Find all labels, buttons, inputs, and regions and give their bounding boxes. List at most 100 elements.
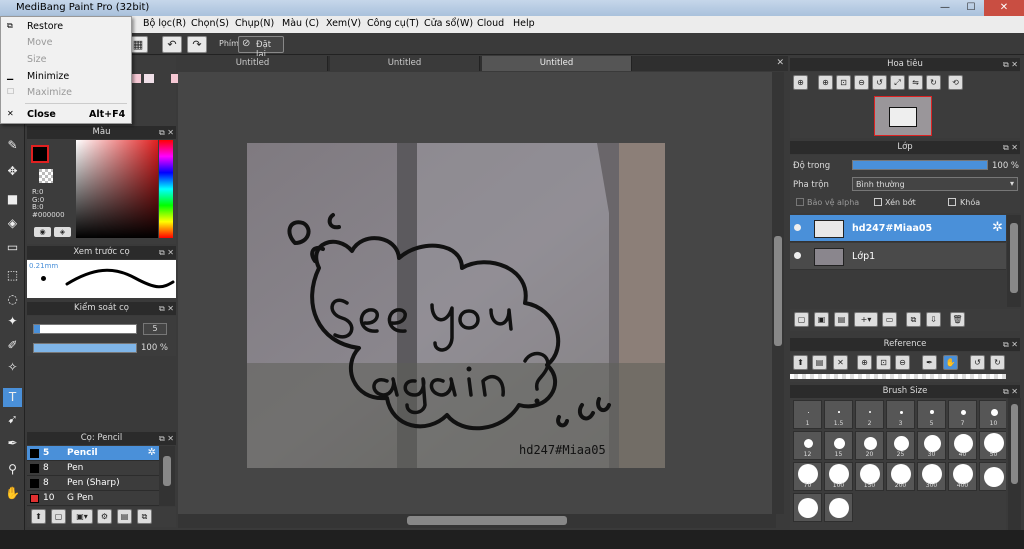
gear-icon[interactable]: ✲ [992,220,1003,235]
palette-swatch[interactable] [144,74,154,83]
new-layer-icon[interactable]: ▢ [794,312,809,327]
brush-item[interactable]: 8 Pen [27,461,159,476]
bucket-tool-icon[interactable]: ◈ [3,214,22,233]
brush-size-cell[interactable] [979,462,1006,491]
gear-icon[interactable]: ✲ [148,447,156,458]
menu-cloud[interactable]: Cloud [477,18,504,29]
color-swap-button[interactable]: ◈ [54,227,71,237]
gradient-tool-icon[interactable]: ▭ [3,238,22,257]
hand-tool-icon[interactable]: ✋ [3,484,22,503]
fit-icon[interactable]: ⊡ [836,75,851,90]
magic-wand-tool-icon[interactable]: ✦ [3,312,22,331]
brush-size-cell[interactable]: 2 [855,400,884,429]
add-layer-menu-icon[interactable]: +▾ [854,312,878,327]
vertical-scroll-thumb[interactable] [774,236,782,346]
brush-settings-icon[interactable]: ⚙ [97,509,112,524]
maximize-window-button[interactable]: ☐ [958,0,984,16]
palette-swatch[interactable] [131,74,141,83]
duplicate-layer-icon[interactable]: ⧉ [906,312,921,327]
hue-slider[interactable] [159,140,173,238]
clipping-checkbox[interactable] [874,198,882,206]
panel-close-icon[interactable]: ⧉ ✕ [1003,338,1018,351]
horizontal-scroll-thumb[interactable] [407,516,567,525]
navigator-thumbnail[interactable] [874,96,932,136]
close-tab-icon[interactable]: ✕ [776,58,784,68]
brush-size-cell[interactable]: 300 [917,462,946,491]
eyedropper-tool-icon[interactable]: ⚲ [3,460,22,479]
menu-help[interactable]: Help [513,18,535,29]
foreground-color-swatch[interactable] [31,145,49,163]
menu-select[interactable]: Chọn(S) [191,18,229,29]
zoom-icon[interactable]: ⊕ [793,75,808,90]
new-brush-icon[interactable]: ▢ [51,509,66,524]
add-brush-icon[interactable]: ▣▾ [71,509,93,524]
panel-close-icon[interactable]: ⧉ ✕ [1003,141,1018,154]
dropper-tool-icon[interactable]: ✒ [3,434,22,453]
panel-close-icon[interactable]: ⧉ ✕ [159,126,174,139]
zoom-out-icon[interactable]: ⊖ [895,355,910,370]
brush-size-cell[interactable]: 20 [855,431,884,460]
brush-tool-icon[interactable]: ✎ [3,136,22,155]
saturation-value-picker[interactable] [76,140,158,238]
visibility-icon[interactable] [794,224,801,231]
brush-size-cell[interactable]: 25 [886,431,915,460]
brush-list-scrollbar[interactable] [159,446,175,506]
rotate-left-icon[interactable]: ↺ [970,355,985,370]
merge-layer-icon[interactable]: ⇩ [926,312,941,327]
brush-size-cell[interactable]: 3 [886,400,915,429]
brush-size-cell[interactable]: 50 [979,431,1006,460]
tab-untitled[interactable]: Untitled [330,56,480,71]
brush-size-cell[interactable]: 15 [824,431,853,460]
color-mode-button[interactable]: ◉ [34,227,51,237]
brush-item[interactable]: 10 G Pen [27,491,159,506]
brush-size-cell[interactable]: 10 [979,400,1006,429]
select-pen-tool-icon[interactable]: ✐ [3,336,22,355]
panel-close-icon[interactable]: ⧉ ✕ [159,246,174,259]
close-icon[interactable]: ✕ [833,355,848,370]
brush-size-cell[interactable]: 7 [948,400,977,429]
brush-size-cell[interactable]: 70 [793,462,822,491]
fullscreen-icon[interactable]: ⤢ [890,75,905,90]
brush-size-scrollbar[interactable] [1008,398,1021,530]
menu-item-restore[interactable]: ⧉ Restore [1,19,131,35]
menu-item-close[interactable]: ✕ Close Alt+F4 [1,107,131,123]
select-eraser-tool-icon[interactable]: ✧ [3,358,22,377]
brush-size-cell[interactable]: 200 [886,462,915,491]
brush-size-cell[interactable] [824,493,853,522]
select-lasso-tool-icon[interactable]: ◌ [3,290,22,309]
move-tool-icon[interactable]: ✥ [3,162,22,181]
fill-rect-tool-icon[interactable]: ■ [3,190,22,209]
rotate-right-icon[interactable]: ↻ [990,355,1005,370]
menu-window[interactable]: Cửa sổ(W) [424,18,473,29]
duplicate-icon[interactable]: ⧉ [137,509,152,524]
visibility-icon[interactable] [794,252,801,259]
layer-row[interactable]: hd247#Miaa05 ✲ [790,215,1006,242]
layer-row[interactable]: Lớp1 [790,243,1006,270]
menu-item-move[interactable]: Move [1,35,131,51]
panel-close-icon[interactable]: ⧉ ✕ [1003,385,1018,398]
pin-icon[interactable]: ⬆ [793,355,808,370]
close-window-button[interactable]: ✕ [984,0,1024,16]
undo-icon[interactable]: ↶ [162,36,182,53]
brush-size-cell[interactable]: 12 [793,431,822,460]
protect-alpha-checkbox[interactable] [796,198,804,206]
tab-untitled[interactable]: Untitled [178,56,328,71]
brush-cloud-icon[interactable]: ⬆ [31,509,46,524]
text-tool-icon[interactable]: T [3,388,22,407]
panel-close-icon[interactable]: ⧉ ✕ [159,302,174,315]
background-color-swatch[interactable] [39,169,53,183]
brush-size-cell[interactable]: 400 [948,462,977,491]
brush-size-cell[interactable]: 150 [855,462,884,491]
brush-item[interactable]: 5 Pencil ✲ [27,446,159,461]
folder-icon[interactable]: ▭ [882,312,897,327]
folder-icon[interactable]: ▤ [117,509,132,524]
menu-item-minimize[interactable]: ▁ Minimize [1,69,131,85]
new-8bit-layer-icon[interactable]: ▤ [834,312,849,327]
lock-checkbox[interactable] [948,198,956,206]
menu-item-size[interactable]: Size [1,52,131,68]
redo-icon[interactable]: ↷ [187,36,207,53]
brush-size-cell[interactable]: 30 [917,431,946,460]
operation-tool-icon[interactable]: ➹ [3,410,22,429]
zoom-in-icon[interactable]: ⊕ [818,75,833,90]
new-halftone-layer-icon[interactable]: ▣ [814,312,829,327]
